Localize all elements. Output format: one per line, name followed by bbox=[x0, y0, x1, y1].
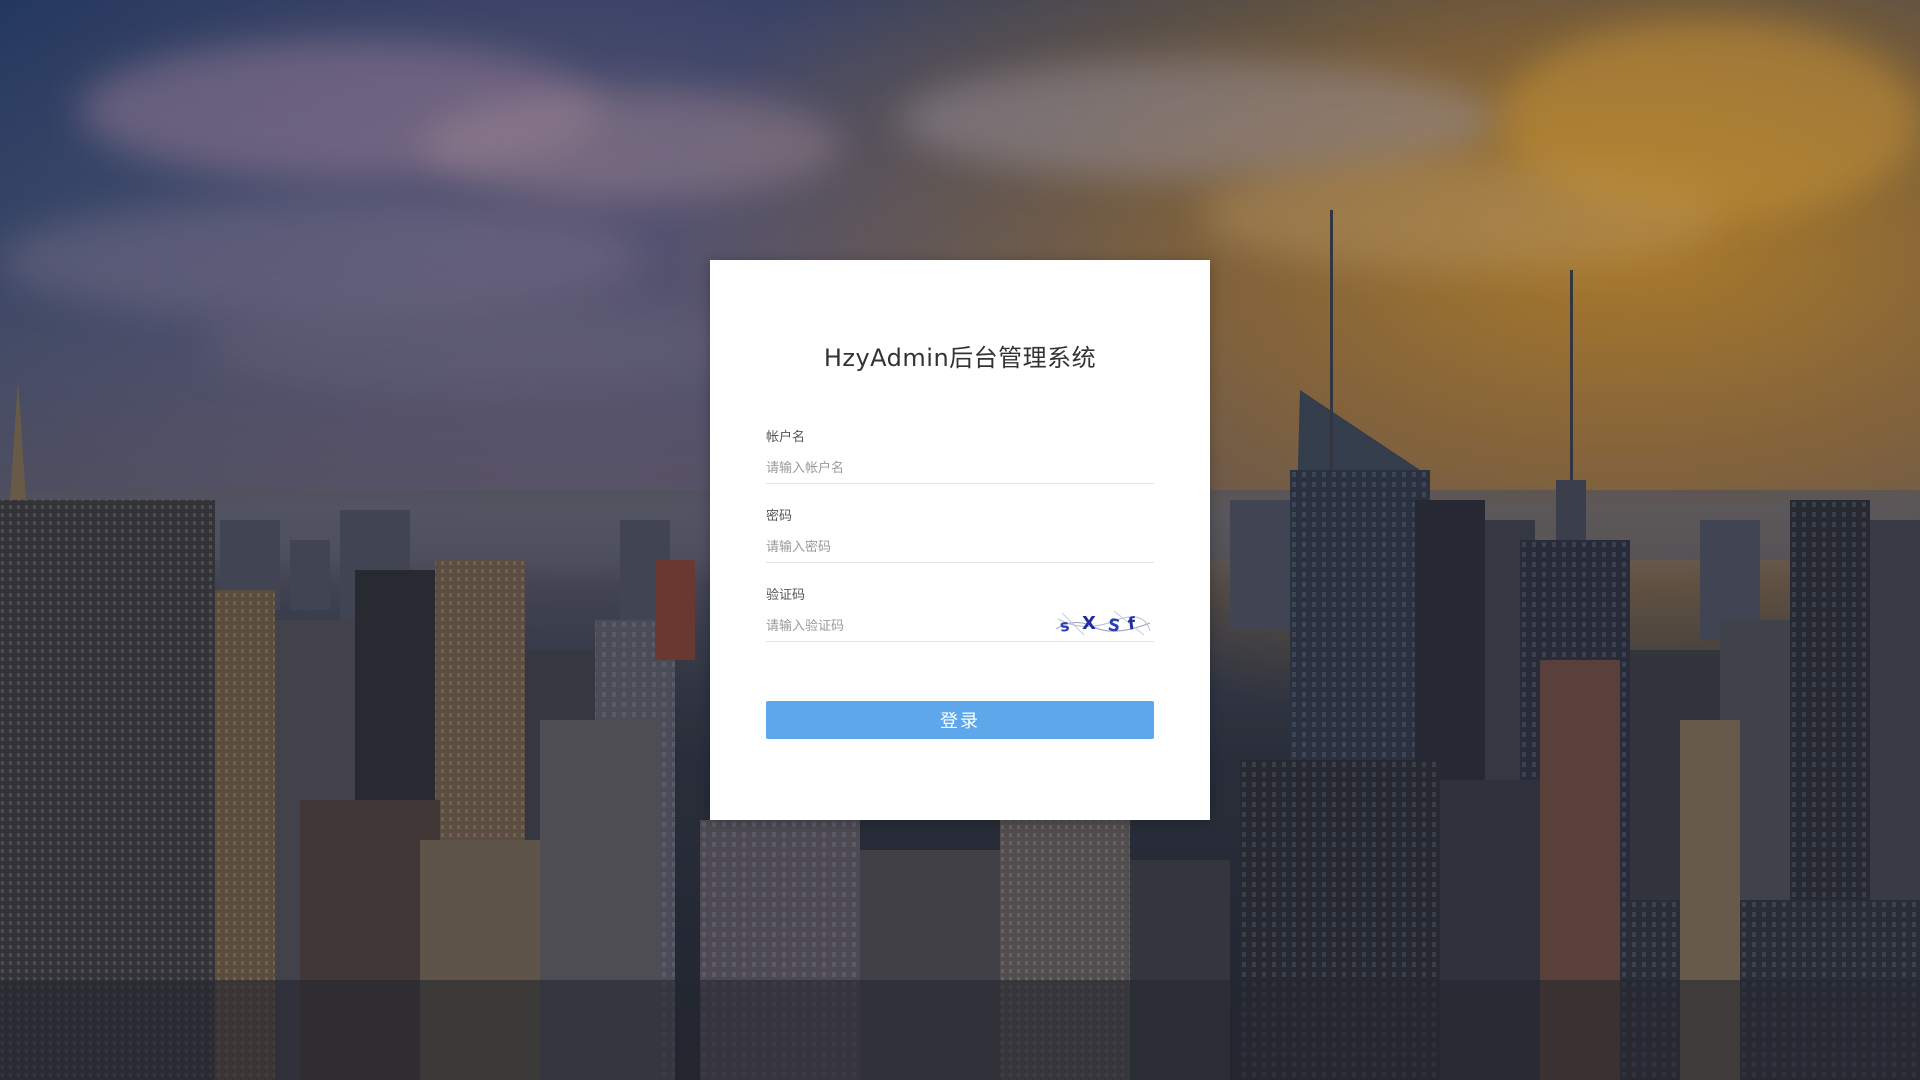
svg-text:S: S bbox=[1107, 615, 1122, 637]
captcha-input[interactable] bbox=[766, 613, 1046, 639]
username-label: 帐户名 bbox=[766, 430, 806, 445]
login-card: HzyAdmin后台管理系统 帐户名 密码 验证码 s X S bbox=[710, 260, 1210, 820]
captcha-label: 验证码 bbox=[766, 588, 806, 603]
captcha-image-graphic: s X S f bbox=[1055, 610, 1151, 637]
username-input[interactable] bbox=[766, 455, 1154, 481]
login-button[interactable]: 登录 bbox=[766, 701, 1154, 739]
page-title: HzyAdmin后台管理系统 bbox=[823, 344, 1097, 372]
password-label: 密码 bbox=[766, 509, 793, 524]
captcha-field-group: 验证码 s X S f bbox=[766, 587, 1154, 642]
username-input-wrap bbox=[766, 455, 1154, 484]
password-field-group: 密码 bbox=[766, 508, 1154, 563]
svg-text:X: X bbox=[1082, 613, 1096, 634]
captcha-image[interactable]: s X S f bbox=[1054, 607, 1152, 639]
password-input-wrap bbox=[766, 534, 1154, 563]
username-field-group: 帐户名 bbox=[766, 429, 1154, 484]
svg-text:s: s bbox=[1059, 616, 1071, 636]
captcha-input-wrap: s X S f bbox=[766, 607, 1154, 642]
password-input[interactable] bbox=[766, 534, 1154, 560]
